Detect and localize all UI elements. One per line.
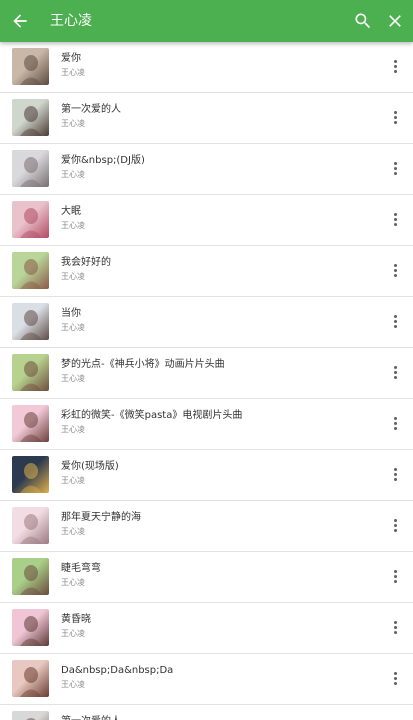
more-vert-icon[interactable] xyxy=(391,517,399,535)
album-art-icon xyxy=(20,463,42,493)
song-row[interactable]: 那年夏天宁静的海 王心凌 xyxy=(0,501,413,552)
album-art-icon xyxy=(20,412,42,442)
song-title: 黄昏晓 xyxy=(61,614,91,625)
album-cover xyxy=(12,150,49,187)
song-row[interactable]: 爱你(现场版) 王心凌 xyxy=(0,450,413,501)
song-artist: 王心凌 xyxy=(61,527,85,536)
album-art-icon xyxy=(20,361,42,391)
album-cover xyxy=(12,48,49,85)
more-vert-icon[interactable] xyxy=(391,160,399,178)
song-artist: 王心凌 xyxy=(61,629,85,638)
album-art-icon xyxy=(26,718,36,720)
song-artist: 王心凌 xyxy=(61,119,85,128)
song-title: 第一次爱的人 xyxy=(61,104,121,115)
more-vert-icon[interactable] xyxy=(391,364,399,382)
song-row[interactable]: 第一次爱的人王心凌 xyxy=(0,93,413,144)
album-cover xyxy=(12,456,49,493)
song-artist: 王心凌 xyxy=(61,170,85,179)
album-cover xyxy=(12,660,49,697)
song-artist: 王心凌 xyxy=(61,374,85,383)
album-cover xyxy=(12,558,49,595)
song-title: 爱你&nbsp;(DJ版) xyxy=(61,155,145,166)
more-vert-icon[interactable] xyxy=(391,211,399,229)
song-title: 爱你(现场版) xyxy=(61,461,119,472)
song-artist: 王心凌 xyxy=(61,68,85,77)
album-art-icon xyxy=(20,208,42,238)
album-cover xyxy=(12,354,49,391)
song-row[interactable]: 当你 王心凌 xyxy=(0,297,413,348)
more-vert-icon[interactable] xyxy=(391,313,399,331)
more-vert-icon[interactable] xyxy=(391,466,399,484)
more-vert-icon[interactable] xyxy=(391,415,399,433)
song-artist: 王心凌 xyxy=(61,323,85,332)
song-title: 第一次爱的人 xyxy=(61,715,363,720)
album-cover xyxy=(12,303,49,340)
album-art-icon xyxy=(20,514,42,544)
album-art-icon xyxy=(20,157,42,187)
album-art-icon xyxy=(20,259,42,289)
song-title: 梦的光点-《神兵小将》动画片片头曲 xyxy=(61,359,225,370)
song-row[interactable]: 我会好好的 王心凌 xyxy=(0,246,413,297)
album-art-icon xyxy=(20,565,42,595)
album-cover xyxy=(12,252,49,289)
more-vert-icon[interactable] xyxy=(391,568,399,586)
song-row[interactable]: 彩虹的微笑-《微笑pasta》电视剧片头曲 王心凌 xyxy=(0,399,413,450)
song-row[interactable]: 爱你&nbsp;(DJ版) 王心凌 xyxy=(0,144,413,195)
close-icon[interactable] xyxy=(385,11,405,31)
song-row[interactable]: 第一次爱的人王心凌 xyxy=(0,705,413,720)
song-title: 睫毛弯弯 xyxy=(61,563,101,574)
song-list: 爱你 王心凌 第一次爱的人 王心凌 爱你&nbsp;(DJ版) 王心凌 大眠 王心凌 我会好好的… xyxy=(0,42,413,720)
song-row[interactable]: 大眠 王心凌 xyxy=(0,195,413,246)
song-artist: 王心凌 xyxy=(61,221,85,230)
song-title: 当你 xyxy=(61,308,81,319)
album-art-icon xyxy=(20,667,42,697)
song-title: 爱你 xyxy=(61,53,81,64)
album-art-icon xyxy=(20,55,42,85)
album-cover xyxy=(12,711,49,720)
more-vert-icon[interactable] xyxy=(391,619,399,637)
song-artist: 王心凌 xyxy=(61,680,85,689)
album-art-icon xyxy=(20,310,42,340)
arrow-left-icon[interactable] xyxy=(10,11,30,31)
more-vert-icon[interactable] xyxy=(391,670,399,688)
song-artist: 王心凌 xyxy=(61,272,85,281)
song-title: 那年夏天宁静的海 xyxy=(61,512,141,523)
album-cover xyxy=(12,201,49,238)
song-artist: 王心凌 xyxy=(61,476,85,485)
album-art-icon xyxy=(20,616,42,646)
album-cover xyxy=(12,609,49,646)
more-vert-icon[interactable] xyxy=(391,109,399,127)
more-vert-icon[interactable] xyxy=(391,58,399,76)
search-icon[interactable] xyxy=(353,11,373,31)
song-title: 彩虹的微笑-《微笑pasta》电视剧片头曲 xyxy=(61,410,243,421)
album-cover xyxy=(12,405,49,442)
song-row[interactable]: 爱你 王心凌 xyxy=(0,42,413,93)
song-row[interactable]: Da&nbsp;Da&nbsp;Da 王心凌 xyxy=(0,654,413,705)
song-title: Da&nbsp;Da&nbsp;Da xyxy=(61,665,174,676)
song-row[interactable]: 梦的光点-《神兵小将》动画片片头曲 王心凌 xyxy=(0,348,413,399)
album-art-icon xyxy=(20,106,42,136)
app-bar: 王心凌 xyxy=(0,0,413,42)
song-title: 大眠 xyxy=(61,206,81,217)
song-title: 我会好好的 xyxy=(61,257,111,268)
more-vert-icon[interactable] xyxy=(391,262,399,280)
song-row[interactable]: 睫毛弯弯 王心凌 xyxy=(0,552,413,603)
album-cover xyxy=(12,99,49,136)
page-title: 王心凌 xyxy=(50,13,92,29)
song-row[interactable]: 黄昏晓 王心凌 xyxy=(0,603,413,654)
song-artist: 王心凌 xyxy=(61,578,85,587)
album-cover xyxy=(12,507,49,544)
song-artist: 王心凌 xyxy=(61,425,85,434)
